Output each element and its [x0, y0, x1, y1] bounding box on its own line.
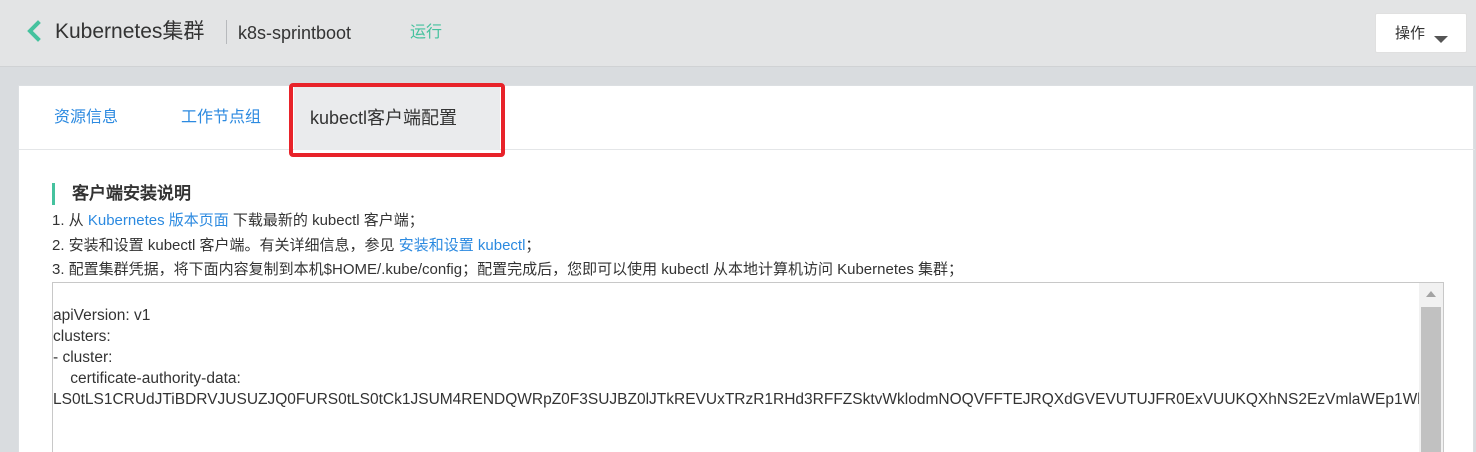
tab-bar: 资源信息 工作节点组 kubectl客户端配置 — [19, 86, 1475, 150]
page-title: Kubernetes集群 — [55, 20, 205, 43]
vertical-scrollbar[interactable] — [1419, 283, 1443, 452]
operations-dropdown[interactable]: 操作 — [1375, 13, 1467, 53]
instruction-step-1: 1. 从 Kubernetes 版本页面 下载最新的 kubectl 客户端； — [52, 211, 424, 230]
instruction-step-3: 3. 配置集群凭据，将下面内容复制到本机$HOME/.kube/config；配… — [52, 261, 963, 278]
title-divider — [226, 20, 227, 44]
kubeconfig-content: apiVersion: v1 clusters: - cluster: cert… — [53, 307, 1419, 408]
back-button[interactable] — [24, 18, 44, 44]
operations-label: 操作 — [1395, 25, 1426, 42]
status-badge: 运行 — [410, 24, 443, 41]
section-accent-bar — [52, 183, 55, 205]
section-title: 客户端安装说明 — [72, 184, 191, 203]
tab-resource-info[interactable]: 资源信息 — [54, 108, 118, 128]
instruction-step-2: 2. 安装和设置 kubectl 客户端。有关详细信息，参见 安装和设置 kub… — [52, 236, 540, 255]
step-2-prefix: 2. 安装和设置 kubectl 客户端。有关详细信息，参见 — [52, 237, 399, 254]
tab-kubectl-config[interactable]: kubectl客户端配置 — [294, 86, 500, 150]
tab-kubectl-config-label: kubectl客户端配置 — [310, 108, 458, 128]
cluster-name: k8s-sprintboot — [238, 23, 352, 43]
install-kubectl-link[interactable]: 安装和设置 kubectl — [399, 237, 526, 254]
chevron-left-icon — [24, 18, 44, 44]
step-1-prefix: 1. 从 — [52, 212, 88, 229]
caret-down-icon — [1434, 31, 1448, 49]
scrollbar-thumb[interactable] — [1421, 307, 1441, 452]
top-header: Kubernetes集群 k8s-sprintboot 运行 操作 — [0, 0, 1476, 67]
step-2-suffix: ； — [525, 237, 541, 254]
kubernetes-version-page-link[interactable]: Kubernetes 版本页面 — [88, 212, 229, 229]
kubeconfig-textarea[interactable]: apiVersion: v1 clusters: - cluster: cert… — [52, 282, 1444, 452]
step-1-suffix: 下载最新的 kubectl 客户端； — [228, 212, 424, 229]
scroll-up-button[interactable] — [1419, 283, 1443, 305]
tab-worker-node-groups[interactable]: 工作节点组 — [181, 108, 261, 128]
